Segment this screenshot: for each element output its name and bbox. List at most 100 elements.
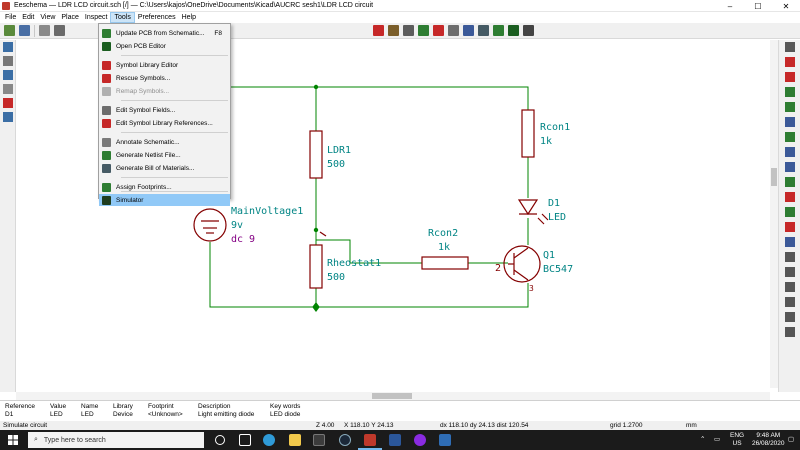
image-icon[interactable] xyxy=(785,312,795,322)
info-value: D1 xyxy=(5,411,14,418)
status-grid: grid 1.2700 xyxy=(610,422,643,429)
status-units: mm xyxy=(686,422,697,429)
close-button[interactable]: ✕ xyxy=(772,0,800,12)
erc-icon[interactable] xyxy=(433,25,444,36)
add-bus-icon[interactable] xyxy=(785,117,795,127)
graphic-line-icon[interactable] xyxy=(785,282,795,292)
text-icon[interactable] xyxy=(785,297,795,307)
menu-item-update-pcb-from-schematic[interactable]: Update PCB from Schematic... F8 xyxy=(99,27,230,39)
info-heading: Library xyxy=(113,403,133,410)
edge-browser-icon[interactable] xyxy=(263,434,275,446)
word-icon[interactable] xyxy=(389,434,401,446)
add-symbol-icon[interactable] xyxy=(785,72,795,82)
menu-item-generate-netlist-file[interactable]: Generate Netlist File... xyxy=(99,149,230,161)
minimize-button[interactable]: – xyxy=(716,0,744,12)
task-view-icon[interactable] xyxy=(239,434,251,446)
save-icon[interactable] xyxy=(19,25,30,36)
library-browser-icon[interactable] xyxy=(388,25,399,36)
print-icon[interactable] xyxy=(39,25,50,36)
add-wire-icon[interactable] xyxy=(785,102,795,112)
menu-inspect[interactable]: Inspect xyxy=(82,12,111,23)
horizontal-scrollbar[interactable] xyxy=(16,392,770,400)
maximize-button[interactable]: ☐ xyxy=(744,0,772,12)
hierarchy-icon[interactable] xyxy=(403,25,414,36)
language-indicator[interactable]: ENG US xyxy=(730,432,744,448)
net-label-icon[interactable] xyxy=(785,192,795,202)
hier-label-icon[interactable] xyxy=(785,222,795,232)
cursor-shape-icon[interactable] xyxy=(3,84,13,94)
left-toolbar xyxy=(0,40,16,392)
horizontal-scroll-thumb[interactable] xyxy=(372,393,412,399)
network-icon[interactable]: ▭ xyxy=(714,436,720,444)
cortana-icon[interactable] xyxy=(215,435,225,445)
no-connect-icon[interactable] xyxy=(785,162,795,172)
menu-preferences[interactable]: Preferences xyxy=(135,12,179,23)
menu-item-assign-footprints[interactable]: Assign Footprints... xyxy=(99,181,230,193)
menu-file[interactable]: File xyxy=(2,12,19,23)
vertical-scrollbar[interactable] xyxy=(770,40,778,388)
eeschema-taskbar-icon[interactable] xyxy=(364,434,376,446)
tray-chevron-icon[interactable]: ⌃ xyxy=(700,436,705,444)
kicad-icon[interactable] xyxy=(414,434,426,446)
netlist-icon[interactable] xyxy=(418,25,429,36)
menu-tools[interactable]: Tools xyxy=(110,12,135,23)
grid-toggle-icon[interactable] xyxy=(3,42,13,52)
menu-item-label: Edit Symbol Library References... xyxy=(116,119,213,127)
rheostat-wiper-arrow xyxy=(319,231,327,237)
menu-item-open-pcb-editor[interactable]: Open PCB Editor xyxy=(99,40,230,52)
mm-units-icon[interactable] xyxy=(3,70,13,80)
symbol-editor-icon[interactable] xyxy=(373,25,384,36)
keyboard-region: US xyxy=(732,440,742,447)
menu-item-generate-bill-of-materials[interactable]: Generate Bill of Materials... xyxy=(99,162,230,174)
menu-item-rescue-symbols[interactable]: Rescue Symbols... xyxy=(99,72,230,84)
notifications-icon[interactable]: ▢ xyxy=(788,436,794,444)
global-label-icon[interactable] xyxy=(785,207,795,217)
store-icon[interactable] xyxy=(313,434,325,446)
menu-item-edit-symbol-library-references[interactable]: Edit Symbol Library References... xyxy=(99,117,230,129)
menu-place[interactable]: Place xyxy=(58,12,82,23)
inches-units-icon[interactable] xyxy=(3,56,13,66)
menu-edit[interactable]: Edit xyxy=(19,12,37,23)
vertical-scroll-thumb[interactable] xyxy=(771,168,777,186)
rcon2-body xyxy=(421,256,469,270)
new-schematic-icon[interactable] xyxy=(4,25,15,36)
wire-angle-icon[interactable] xyxy=(3,112,13,122)
info-heading: Description xyxy=(198,403,231,410)
add-power-icon[interactable] xyxy=(785,87,795,97)
hidden-pins-icon[interactable] xyxy=(3,98,13,108)
menu-view[interactable]: View xyxy=(37,12,58,23)
menu-item-edit-symbol-fields[interactable]: Edit Symbol Fields... xyxy=(99,104,230,116)
annotate-icon[interactable] xyxy=(448,25,459,36)
import-sheet-pin-icon[interactable] xyxy=(785,252,795,262)
plot-icon[interactable] xyxy=(54,25,65,36)
file-explorer-icon[interactable] xyxy=(289,434,301,446)
menu-bar: File Edit View Place Inspect Tools Prefe… xyxy=(0,12,800,23)
footprint-icon[interactable] xyxy=(493,25,504,36)
clock[interactable]: 9:48 AM 26/08/2020 xyxy=(752,432,785,448)
pcb-editor-icon[interactable] xyxy=(508,25,519,36)
select-arrow-icon[interactable] xyxy=(785,42,795,52)
sheet-pin-icon[interactable] xyxy=(785,267,795,277)
wire-entry-icon[interactable] xyxy=(785,132,795,142)
taskbar-search-box[interactable]: ⌕ Type here to search xyxy=(28,432,204,448)
update-pcb-icon xyxy=(102,28,111,38)
junction-icon[interactable] xyxy=(785,177,795,187)
menu-item-simulator[interactable]: Simulator xyxy=(99,194,230,206)
steam-icon[interactable] xyxy=(339,434,351,446)
highlight-net-icon[interactable] xyxy=(785,57,795,67)
windows-start-icon[interactable] xyxy=(8,435,18,445)
menu-item-label: Edit Symbol Fields... xyxy=(116,106,176,114)
photos-icon[interactable] xyxy=(439,434,451,446)
menu-item-annotate-schematic[interactable]: Annotate Schematic... xyxy=(99,136,230,148)
bom-icon[interactable] xyxy=(478,25,489,36)
bus-entry-icon[interactable] xyxy=(785,147,795,157)
hier-sheet-icon[interactable] xyxy=(785,237,795,247)
menu-help[interactable]: Help xyxy=(179,12,199,23)
symbol-editor-icon xyxy=(102,60,111,70)
back-icon[interactable] xyxy=(523,25,534,36)
delete-icon[interactable] xyxy=(785,327,795,337)
menu-item-symbol-library-editor[interactable]: Symbol Library Editor xyxy=(99,59,230,71)
label-ref-mainvoltage: MainVoltage1 xyxy=(231,206,303,217)
fields-table-icon[interactable] xyxy=(463,25,474,36)
menu-item-label: Rescue Symbols... xyxy=(116,74,171,82)
